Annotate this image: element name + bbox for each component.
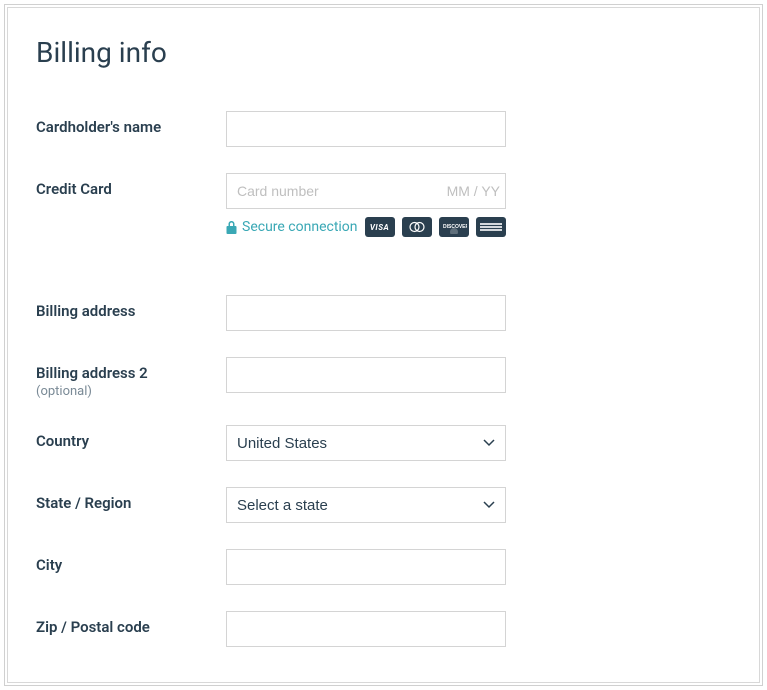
field-city [226, 549, 506, 585]
field-zip [226, 611, 506, 647]
billing-form-outer: Billing info Cardholder's name Credit Ca… [4, 4, 763, 686]
field-state: Select a state [226, 487, 506, 523]
city-input[interactable] [226, 549, 506, 585]
mastercard-icon [402, 217, 432, 237]
label-country: Country [36, 425, 226, 450]
lock-icon [226, 221, 237, 234]
label-city: City [36, 549, 226, 574]
state-select[interactable]: Select a state [226, 487, 506, 523]
visa-icon: VISA [365, 217, 395, 237]
spacer [36, 263, 731, 295]
row-country: Country United States [36, 425, 731, 461]
card-expiry-input[interactable] [428, 174, 508, 208]
secure-connection-text: Secure connection [242, 219, 358, 235]
row-state: State / Region Select a state [36, 487, 731, 523]
card-number-input[interactable] [227, 174, 428, 208]
field-country: United States [226, 425, 506, 461]
label-zip: Zip / Postal code [36, 611, 226, 636]
country-select[interactable]: United States [226, 425, 506, 461]
field-cardholder [226, 111, 506, 147]
label-credit-card: Credit Card [36, 173, 226, 198]
credit-card-input-group [226, 173, 506, 209]
page-title: Billing info [36, 36, 731, 69]
zip-input[interactable] [226, 611, 506, 647]
label-cardholder: Cardholder's name [36, 111, 226, 136]
row-cardholder: Cardholder's name [36, 111, 731, 147]
secure-connection-line: Secure connection VISA DISCOVER [226, 217, 506, 237]
row-city: City [36, 549, 731, 585]
label-state: State / Region [36, 487, 226, 512]
billing-address-2-input[interactable] [226, 357, 506, 393]
discover-icon: DISCOVER [439, 217, 469, 237]
cardholder-input[interactable] [226, 111, 506, 147]
billing-form-panel: Billing info Cardholder's name Credit Ca… [7, 7, 760, 683]
row-credit-card: Credit Card Secure connection VISA [36, 173, 731, 237]
label-billing-address-2: Billing address 2 (optional) [36, 357, 226, 399]
field-billing-address-2 [226, 357, 506, 393]
label-optional-text: (optional) [36, 384, 226, 399]
field-billing-address [226, 295, 506, 331]
row-billing-address-2: Billing address 2 (optional) [36, 357, 731, 399]
row-billing-address: Billing address [36, 295, 731, 331]
row-zip: Zip / Postal code [36, 611, 731, 647]
billing-address-input[interactable] [226, 295, 506, 331]
field-credit-card: Secure connection VISA DISCOVER [226, 173, 506, 237]
label-billing-address-2-text: Billing address 2 [36, 364, 148, 382]
amex-icon [476, 217, 506, 237]
label-billing-address: Billing address [36, 295, 226, 320]
